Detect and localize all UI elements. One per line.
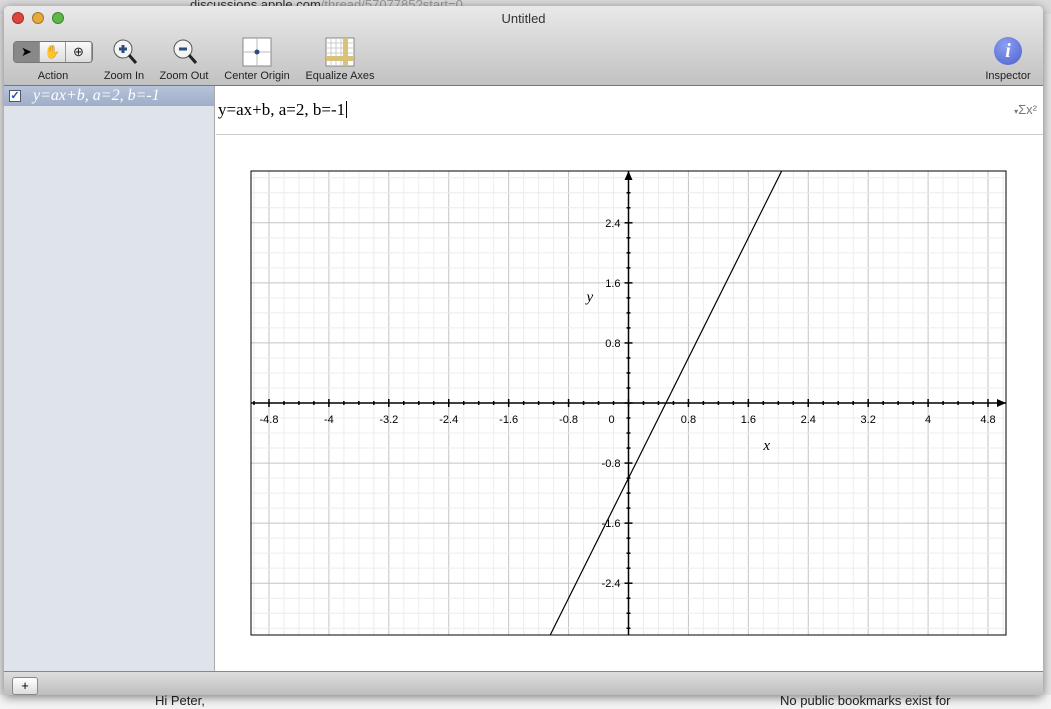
x-tick-label: -0.8 <box>559 414 578 426</box>
x-tick-label: 2.4 <box>801 414 816 426</box>
x-tick-label: 0.8 <box>681 414 696 426</box>
x-tick-label: 1.6 <box>741 414 756 426</box>
y-axis-label: y <box>585 290 594 306</box>
x-tick-label: -4.8 <box>259 414 278 426</box>
x-tick-label: 4 <box>925 414 931 426</box>
grapher-window: Untitled ➤ ✋ ⊕ Action Zoom In Zoom Out Cen… <box>4 6 1043 695</box>
x-tick-label: -1.6 <box>499 414 518 426</box>
bottom-bar: + <box>4 671 1043 695</box>
x-tick-label: -4 <box>324 414 334 426</box>
x-tick-label: 3.2 <box>861 414 876 426</box>
y-tick-label: 0.8 <box>605 338 620 350</box>
y-tick-label: 1.6 <box>605 278 620 290</box>
y-tick-label: -0.8 <box>602 458 621 470</box>
x-tick-label: 4.8 <box>980 414 995 426</box>
y-tick-label: -2.4 <box>602 578 621 590</box>
greeting: Hi Peter, <box>155 693 205 708</box>
x-tick-label: -2.4 <box>439 414 458 426</box>
y-tick-label: 2.4 <box>605 218 620 230</box>
x-tick-label: 0 <box>608 414 614 426</box>
x-tick-label: -3.2 <box>379 414 398 426</box>
y-tick-label: -1.6 <box>602 518 621 530</box>
background-page: Hi Peter, No public bookmarks exist for <box>0 693 1051 709</box>
bookmarks-note: No public bookmarks exist for <box>780 693 951 708</box>
add-equation-button[interactable]: + <box>12 677 38 695</box>
graph-canvas[interactable]: -4.8 -4 -3.2 -2.4 -1.6 -0.8 0 0.8 1.6 2.4 3.2 4 4.8 2… <box>4 6 1043 671</box>
x-axis-label: x <box>762 438 770 454</box>
